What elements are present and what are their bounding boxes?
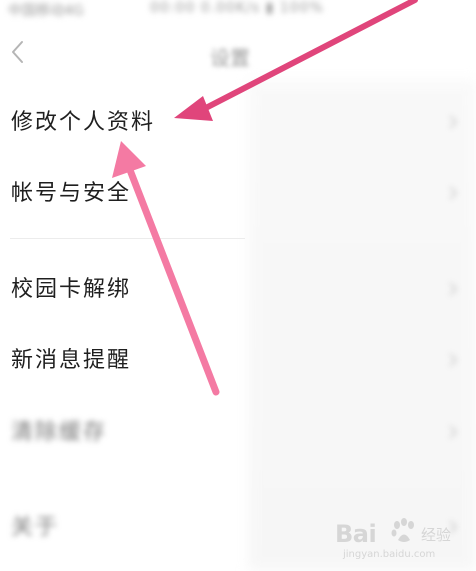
watermark-url: jingyan.baidu.com	[343, 549, 436, 560]
back-arrow-icon[interactable]	[6, 36, 34, 68]
menu-item-label: 关于	[11, 515, 60, 540]
chevron-right-icon	[449, 353, 458, 367]
watermark-jingyan: 经验	[421, 526, 452, 544]
status-bar: 中国移动4G 00:00 0.00K/s ▮ 100%	[0, 0, 476, 22]
chevron-right-icon	[449, 186, 458, 200]
menu-item-label: 修改个人资料	[11, 110, 156, 135]
menu-item-edit-profile[interactable]: 修改个人资料	[0, 92, 476, 152]
nav-bar: 设置	[0, 28, 476, 78]
chevron-right-icon	[449, 282, 458, 296]
menu-item-label: 新消息提醒	[11, 348, 132, 373]
carrier-label: 中国移动4G	[8, 3, 84, 19]
settings-screen: 中国移动4G 00:00 0.00K/s ▮ 100% 设置 修改个人资料 帐号…	[0, 0, 476, 571]
watermark: Bai 经验 jingyan.baidu.com	[335, 518, 470, 564]
menu-item-label: 校园卡解绑	[11, 277, 132, 302]
menu-item-unbind-campus-card[interactable]: 校园卡解绑	[0, 259, 476, 319]
status-info: 00:00 0.00K/s ▮ 100%	[150, 0, 324, 16]
chevron-right-icon	[449, 425, 458, 439]
menu-item-new-message-alert[interactable]: 新消息提醒	[0, 330, 476, 390]
divider	[10, 238, 245, 239]
paw-icon	[391, 518, 414, 542]
menu-item-account-security[interactable]: 帐号与安全	[0, 163, 476, 223]
page-title: 设置	[210, 46, 250, 70]
watermark-brand: Bai	[335, 520, 377, 548]
chevron-right-icon	[449, 115, 458, 129]
menu-item-clear-cache[interactable]: 清除缓存	[0, 402, 476, 462]
menu-item-label: 帐号与安全	[11, 181, 132, 206]
menu-item-label: 清除缓存	[11, 420, 108, 445]
